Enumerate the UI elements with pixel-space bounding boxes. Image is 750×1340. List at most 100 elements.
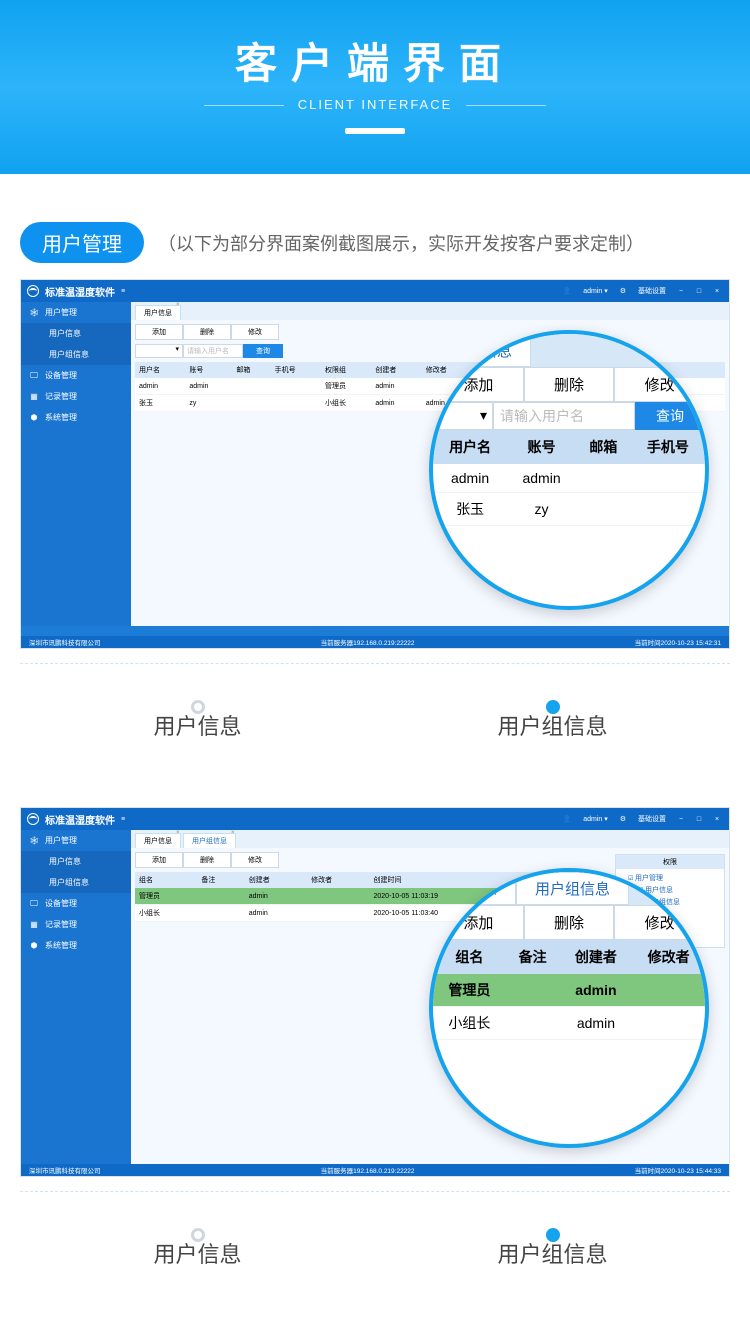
screenshot-group-info: 标准温湿度软件 ≡ 👤 admin ▾ ⚙ 基础设置 − □ × 🕸用户管理 用… [20, 807, 730, 1177]
grid-icon: ▦ [29, 392, 39, 401]
win-max-icon[interactable]: □ [693, 285, 705, 297]
perm-item[interactable]: 用户管理 [620, 872, 720, 884]
win-close-icon[interactable]: × [711, 813, 723, 825]
app-logo-icon [27, 285, 39, 297]
hero-title-en: CLIENT INTERFACE [298, 97, 453, 112]
caption-right: 用户组信息 [375, 709, 730, 741]
hamburger-icon[interactable]: ≡ [121, 288, 125, 295]
toolbar: 添加 删除 修改 [131, 320, 729, 344]
status-time: 当前时间2020-10-23 15:42:31 [627, 637, 729, 647]
mag-dropdown[interactable] [433, 402, 493, 430]
cube-icon: ⬢ [29, 413, 39, 422]
tab-bar: 用户信息× 用户组信息× [131, 830, 729, 848]
delete-button[interactable]: 删除 [183, 852, 231, 868]
settings-link[interactable]: 基础设置 [635, 286, 669, 296]
hero-underline [345, 128, 405, 134]
sidebar-item-record[interactable]: ▦记录管理 [21, 914, 131, 935]
mag-search-input[interactable]: 请输入用户名 [493, 402, 635, 430]
status-server: 当前服务器192.168.0.219:22222 [109, 637, 627, 647]
tab-user-info[interactable]: 用户信息× [135, 305, 181, 320]
section-badge: 用户管理 [20, 222, 144, 263]
sidebar-item-device[interactable]: 🖵设备管理 [21, 365, 131, 386]
titlebar: 标准温湿度软件 ≡ 👤 admin ▾ ⚙ 基础设置 − □ × [21, 280, 729, 302]
sidebar: 🕸用户管理 用户信息 用户组信息 🖵设备管理 ▦记录管理 ⬢系统管理 [21, 830, 131, 1164]
magnifier-group-info: 户信息× 用户组信息× 添加 删除 修改 组名备注创建者修改者 管理员admin… [429, 868, 709, 1148]
sidebar-item-group-info[interactable]: 用户组信息 [21, 344, 131, 365]
table-row[interactable]: 张玉zy [433, 493, 705, 526]
filter-dropdown[interactable] [135, 344, 183, 358]
win-max-icon[interactable]: □ [693, 813, 705, 825]
sidebar-item-user-mgmt[interactable]: 🕸用户管理 [21, 302, 131, 323]
query-button[interactable]: 查询 [243, 344, 283, 358]
mag-tab-group[interactable]: 用户组信息× [516, 872, 629, 905]
tab-close-icon[interactable]: × [231, 830, 239, 838]
edit-button[interactable]: 修改 [231, 852, 279, 868]
search-input[interactable]: 请输入用户名 [183, 344, 243, 358]
app-title: 标准温湿度软件 [45, 284, 115, 299]
sidebar-item-user-info[interactable]: 用户信息 [21, 323, 131, 344]
caption-row-2: 用户信息 用户组信息 [0, 1177, 750, 1279]
sidebar-item-system[interactable]: ⬢系统管理 [21, 407, 131, 428]
status-bar: 深圳市讯鹏科技有限公司 当前服务器192.168.0.219:22222 当前时… [21, 636, 729, 648]
status-company: 深圳市讯鹏科技有限公司 [21, 1165, 109, 1175]
table-row[interactable]: adminadmin [433, 464, 705, 493]
status-server: 当前服务器192.168.0.219:22222 [109, 1165, 627, 1175]
sidebar: 🕸用户管理 用户信息 用户组信息 🖵设备管理 ▦记录管理 ⬢系统管理 [21, 302, 131, 636]
gear-icon: ⚙ [617, 815, 629, 823]
sidebar-item-user-mgmt[interactable]: 🕸用户管理 [21, 830, 131, 851]
magnifier-user-info: 用户信息× 添加 删除 修改 请输入用户名 查询 用户名账号邮箱手机号 admi… [429, 330, 709, 610]
user-icon: 👤 [559, 815, 574, 823]
sidebar-item-device[interactable]: 🖵设备管理 [21, 893, 131, 914]
users-icon: 🕸 [29, 308, 39, 317]
close-icon[interactable]: × [507, 871, 513, 882]
user-menu[interactable]: admin ▾ [580, 815, 611, 823]
win-min-icon[interactable]: − [675, 285, 687, 297]
settings-link[interactable]: 基础设置 [635, 814, 669, 824]
sidebar-item-system[interactable]: ⬢系统管理 [21, 935, 131, 956]
titlebar: 标准温湿度软件 ≡ 👤 admin ▾ ⚙ 基础设置 − □ × [21, 808, 729, 830]
screenshot-user-info: 标准温湿度软件 ≡ 👤 admin ▾ ⚙ 基础设置 − □ × 🕸用户管理 用… [20, 279, 730, 649]
tab-bar: 用户信息× [131, 302, 729, 320]
section-head: 用户管理 （以下为部分界面案例截图展示，实际开发按客户要求定制） [0, 182, 750, 279]
gear-icon: ⚙ [617, 287, 629, 295]
tab-group-info[interactable]: 用户组信息× [183, 833, 236, 848]
caption-right: 用户组信息 [375, 1237, 730, 1269]
user-menu[interactable]: admin ▾ [580, 287, 611, 295]
close-icon[interactable]: × [522, 333, 528, 344]
sidebar-item-user-info[interactable]: 用户信息 [21, 851, 131, 872]
app-logo-icon [27, 813, 39, 825]
hero-banner: 客户端界面 CLIENT INTERFACE [0, 0, 750, 174]
mag-del-button[interactable]: 删除 [524, 905, 615, 940]
permission-title: 权限 [616, 855, 724, 869]
users-icon: 🕸 [29, 836, 39, 845]
grid-icon: ▦ [29, 920, 39, 929]
mag-tab-user[interactable]: 户信息× [433, 872, 516, 905]
caption-left: 用户信息 [20, 1237, 375, 1269]
table-row-selected[interactable]: 管理员admin [433, 974, 705, 1007]
win-close-icon[interactable]: × [711, 285, 723, 297]
monitor-icon: 🖵 [29, 371, 39, 381]
sidebar-item-record[interactable]: ▦记录管理 [21, 386, 131, 407]
delete-button[interactable]: 删除 [183, 324, 231, 340]
status-company: 深圳市讯鹏科技有限公司 [21, 637, 109, 647]
add-button[interactable]: 添加 [135, 324, 183, 340]
monitor-icon: 🖵 [29, 899, 39, 909]
win-min-icon[interactable]: − [675, 813, 687, 825]
add-button[interactable]: 添加 [135, 852, 183, 868]
cube-icon: ⬢ [29, 941, 39, 950]
hamburger-icon[interactable]: ≡ [121, 816, 125, 823]
app-title: 标准温湿度软件 [45, 812, 115, 827]
tab-close-icon[interactable]: × [176, 302, 184, 310]
mag-del-button[interactable]: 删除 [524, 367, 615, 402]
tab-user-info[interactable]: 用户信息× [135, 833, 181, 848]
edit-button[interactable]: 修改 [231, 324, 279, 340]
close-icon[interactable]: × [620, 871, 626, 882]
hero-title-cn: 客户端界面 [0, 30, 750, 91]
section-note: （以下为部分界面案例截图展示，实际开发按客户要求定制） [158, 230, 644, 256]
user-icon: 👤 [559, 287, 574, 295]
sidebar-item-group-info[interactable]: 用户组信息 [21, 872, 131, 893]
table-row[interactable]: 小组长admin [433, 1007, 705, 1040]
caption-row-1: 用户信息 用户组信息 [0, 649, 750, 751]
status-time: 当前时间2020-10-23 15:44:33 [627, 1165, 729, 1175]
mag-tab-user[interactable]: 用户信息× [433, 334, 531, 367]
